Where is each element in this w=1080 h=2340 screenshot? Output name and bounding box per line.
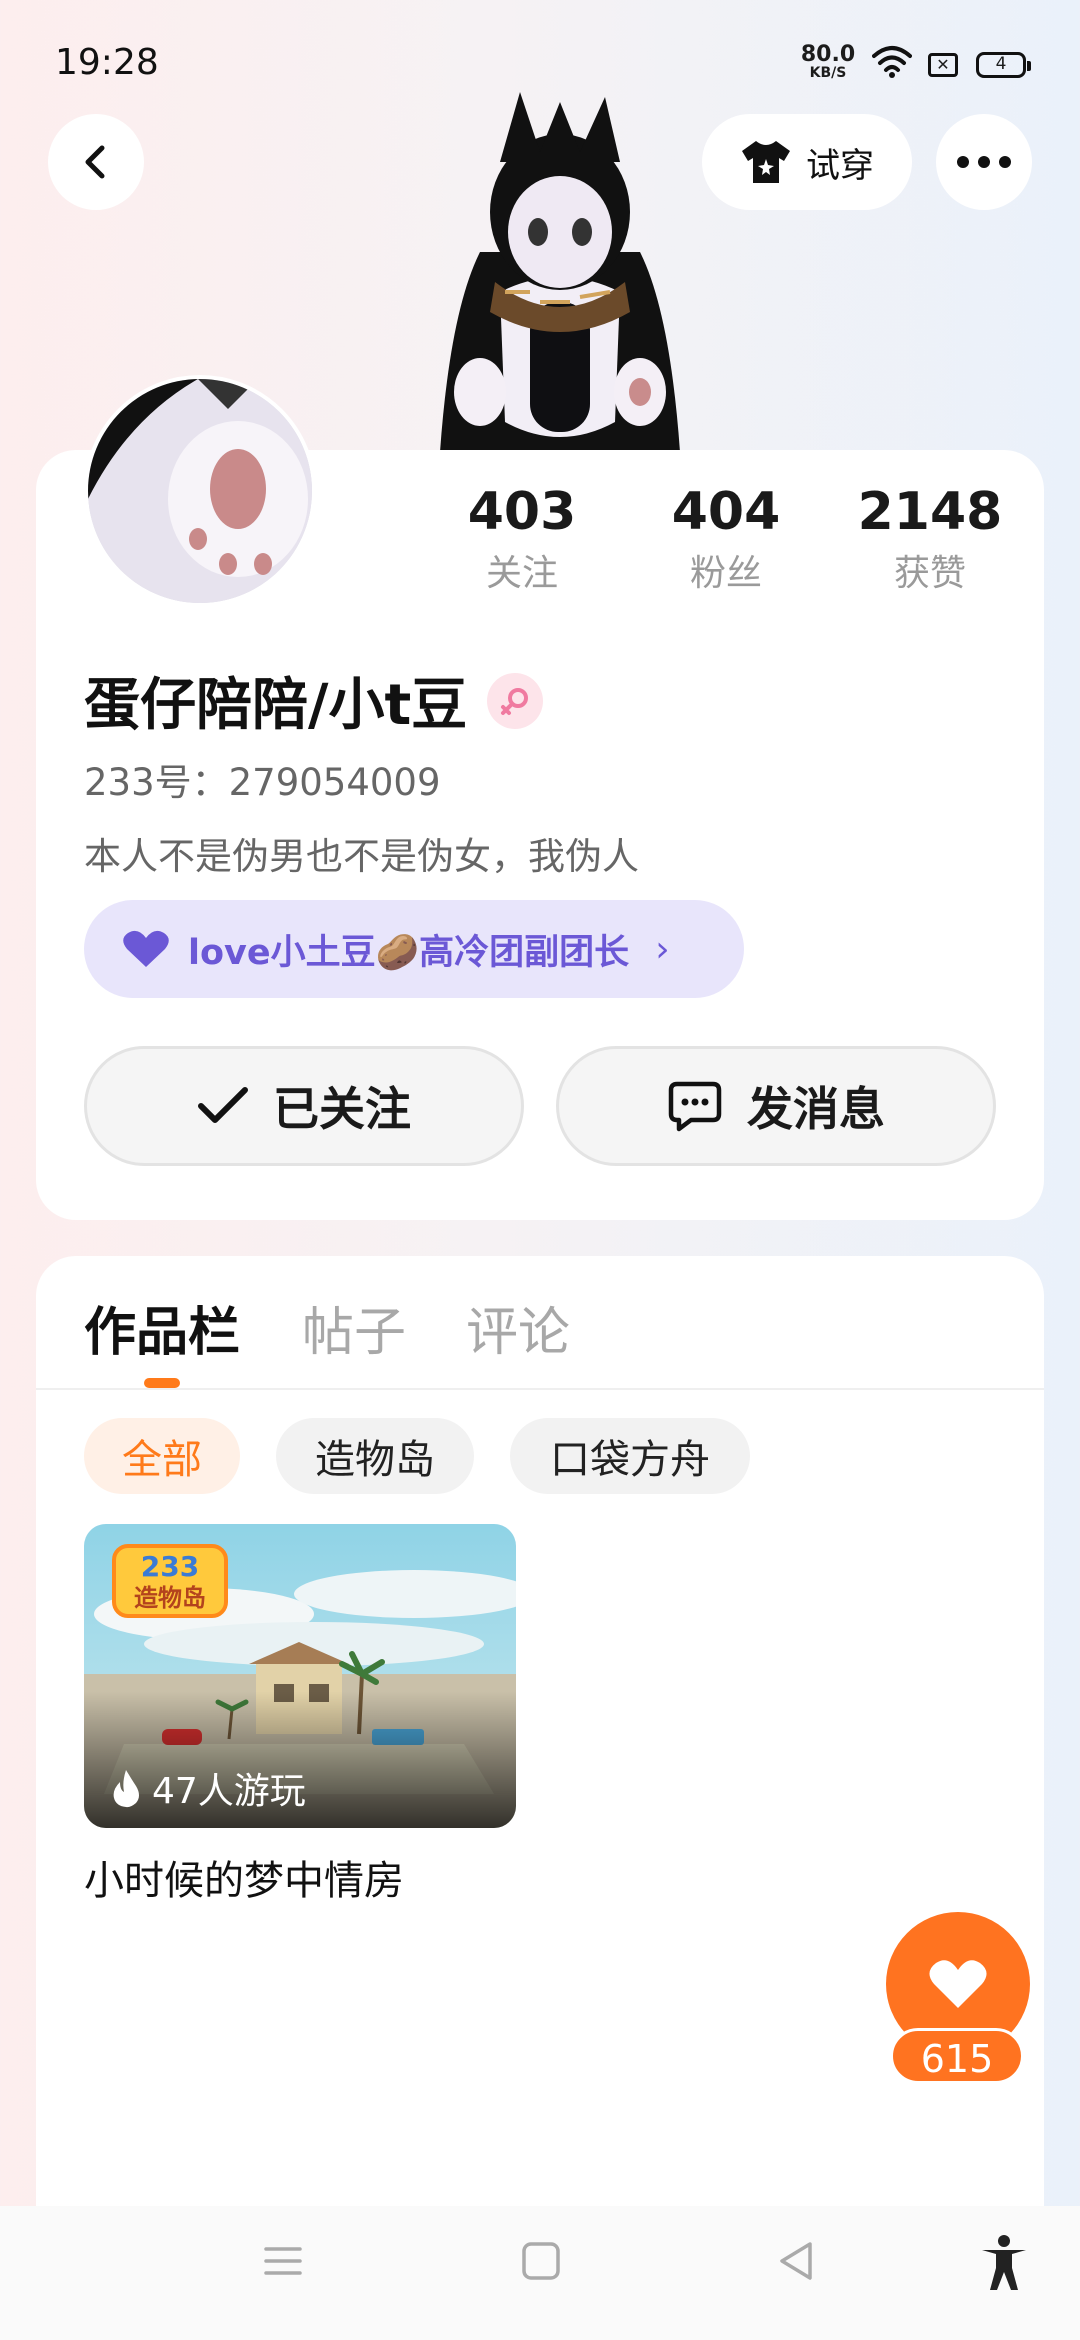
gender-badge [487, 672, 544, 729]
filter-chip-all[interactable]: 全部 [84, 1418, 240, 1494]
group-tag[interactable]: love小土豆🥔高冷团副团长 › [84, 900, 744, 998]
stat-following-value: 403 [467, 482, 577, 542]
avatar[interactable] [84, 375, 316, 607]
stat-followers[interactable]: 404 粉丝 [636, 480, 816, 600]
tab-comments[interactable]: 评论 [466, 1290, 570, 1365]
work-plays: 47人游玩 [110, 1762, 306, 1814]
message-label: 发消息 [747, 1082, 885, 1136]
accessibility-icon[interactable] [978, 2234, 1030, 2296]
message-button[interactable]: 发消息 [556, 1046, 996, 1166]
home-icon[interactable] [520, 2240, 562, 2286]
character-avatar-art [410, 92, 710, 452]
group-tag-label: love小土豆🥔高冷团副团长 [188, 932, 630, 973]
followed-button[interactable]: 已关注 [84, 1046, 524, 1166]
stat-followers-value: 404 [671, 482, 781, 542]
check-icon [198, 1087, 248, 1123]
tab-works[interactable]: 作品栏 [84, 1290, 240, 1365]
back-icon [85, 145, 105, 179]
like-count: 615 [890, 2028, 1024, 2084]
battery-icon: 4 [976, 52, 1031, 78]
thumb-logo-bottom: 造物岛 [134, 1584, 206, 1612]
net-speed-value: 80.0 [800, 42, 856, 67]
bio: 本人不是伪男也不是伪女，我伪人 [84, 835, 639, 878]
work-title[interactable]: 小时候的梦中情房 [84, 1848, 404, 1906]
stat-followers-label: 粉丝 [689, 553, 762, 594]
tab-divider [36, 1388, 1044, 1390]
heart-icon [929, 1960, 987, 2008]
shirt-icon [742, 141, 790, 183]
nickname-row: 蛋仔陪陪/小t豆 [84, 660, 544, 741]
menu-icon[interactable] [262, 2240, 304, 2286]
nav-back-icon[interactable] [776, 2240, 818, 2286]
followed-label: 已关注 [273, 1082, 411, 1136]
filter-chip-ark[interactable]: 口袋方舟 [510, 1418, 750, 1494]
wifi-icon [872, 44, 912, 82]
system-nav-bar [0, 2206, 1080, 2340]
more-icon [957, 156, 1011, 168]
work-plays-label: 47人游玩 [152, 1771, 306, 1812]
filter-chip-island[interactable]: 造物岛 [276, 1418, 474, 1494]
stat-following-label: 关注 [485, 553, 558, 594]
tab-indicator [144, 1378, 180, 1388]
chat-icon [668, 1081, 722, 1132]
heart-purple-icon [123, 930, 169, 967]
stat-following[interactable]: 403 关注 [432, 480, 612, 600]
stat-likes-label: 获赞 [893, 553, 966, 594]
sim-icon: ✕ [928, 53, 958, 77]
nickname: 蛋仔陪陪/小t豆 [84, 673, 468, 738]
more-button[interactable] [936, 114, 1032, 210]
tab-posts[interactable]: 帖子 [302, 1290, 406, 1365]
back-button[interactable] [48, 114, 144, 210]
thumb-logo-top: 233 [141, 1550, 199, 1583]
stat-likes[interactable]: 2148 获赞 [840, 480, 1020, 600]
net-speed-unit: KB/S [809, 65, 847, 81]
fire-icon [113, 1770, 139, 1808]
chevron-right-icon: › [655, 928, 670, 970]
stat-likes-value: 2148 [857, 482, 1003, 542]
gender-icon [501, 687, 529, 715]
net-speed: 80.0 KB/S [800, 42, 856, 81]
try-on-label: 试穿 [806, 145, 874, 186]
status-time: 19:28 [55, 42, 159, 83]
user-id: 233号：279054009 [84, 761, 441, 804]
try-on-button[interactable]: 试穿 [702, 114, 912, 210]
